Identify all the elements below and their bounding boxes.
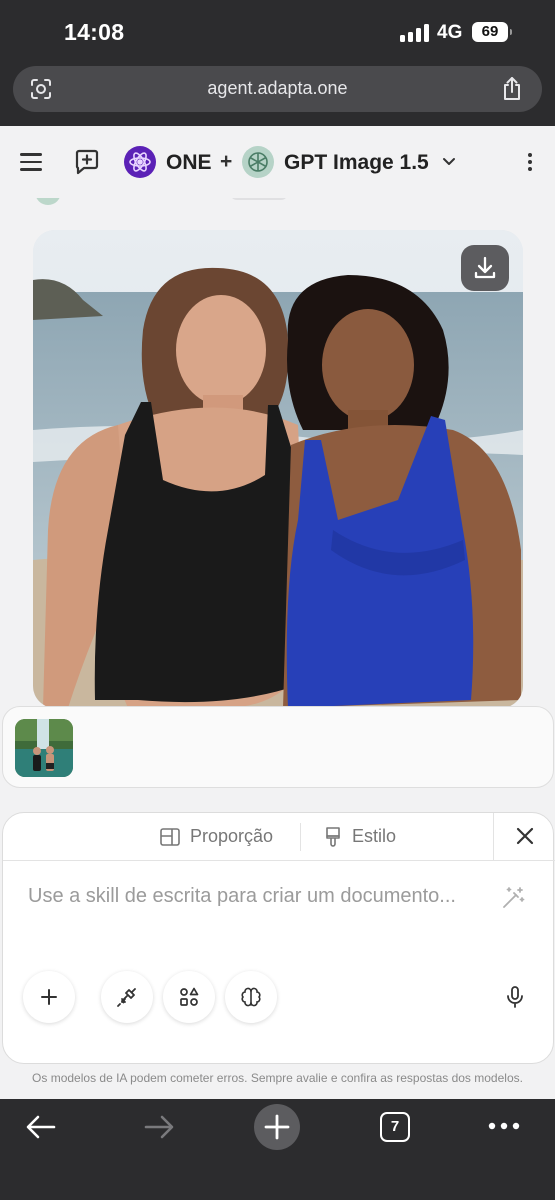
cellular-signal-icon [400,24,430,42]
close-options-button[interactable] [493,813,555,861]
new-chat-icon[interactable] [73,148,101,176]
options-divider [300,823,301,851]
chevron-down-icon[interactable] [441,153,457,169]
battery-indicator: 69 [472,22,512,42]
share-icon[interactable] [500,76,524,102]
status-time: 14:08 [64,19,125,45]
menu-icon[interactable] [20,153,42,171]
new-tab-icon[interactable] [253,1103,301,1151]
download-icon [474,256,496,279]
microphone-icon[interactable] [503,985,527,1009]
paint-brush-icon [326,827,340,847]
prompt-input[interactable]: Use a skill de escrita para criar um doc… [28,885,456,908]
browser-toolbar: 7 [0,1099,555,1200]
network-type: 4G [437,22,463,43]
connectors-button[interactable] [101,971,153,1023]
tabs-count-button[interactable]: 7 [380,1112,410,1142]
aspect-ratio-icon [160,828,180,846]
image-options-row: Proporção Estilo [3,813,555,861]
style-option[interactable]: Estilo [352,826,396,847]
url-text[interactable]: agent.adapta.one [13,78,542,99]
generated-image[interactable] [33,230,523,708]
model-separator: + [220,150,233,173]
ios-top-chrome: 14:08 4G 69 agent.adapta.one [0,0,555,126]
ai-disclaimer: Os modelos de IA podem cometer erros. Se… [32,1071,523,1085]
forward-arrow-icon[interactable] [142,1113,176,1141]
attachments-bar [2,706,554,788]
back-arrow-icon[interactable] [24,1113,58,1141]
reasoning-button[interactable] [225,971,277,1023]
url-bar[interactable]: agent.adapta.one [13,66,542,112]
close-icon [516,827,534,845]
add-attachment-button[interactable] [23,971,75,1023]
plug-icon [117,988,136,1007]
app-header: ONE + GPT Image 1.5 [0,126,555,198]
gpt-logo-icon [242,146,274,178]
tools-button[interactable] [163,971,215,1023]
model-name[interactable]: GPT Image 1.5 [284,151,429,175]
magic-wand-icon[interactable] [500,885,526,911]
one-logo-icon [124,146,156,178]
plus-icon [41,989,57,1005]
assistant-name[interactable]: ONE [166,151,212,175]
aspect-ratio-option[interactable]: Proporção [190,826,273,847]
more-options-icon[interactable] [528,153,534,173]
download-button[interactable] [461,245,509,291]
prompt-composer: Proporção Estilo Use a skill de escrita … [2,812,555,1064]
brain-icon [241,987,261,1007]
attached-image-thumbnail[interactable] [15,719,73,777]
shapes-icon [180,987,199,1006]
more-menu-icon[interactable] [488,1121,520,1131]
